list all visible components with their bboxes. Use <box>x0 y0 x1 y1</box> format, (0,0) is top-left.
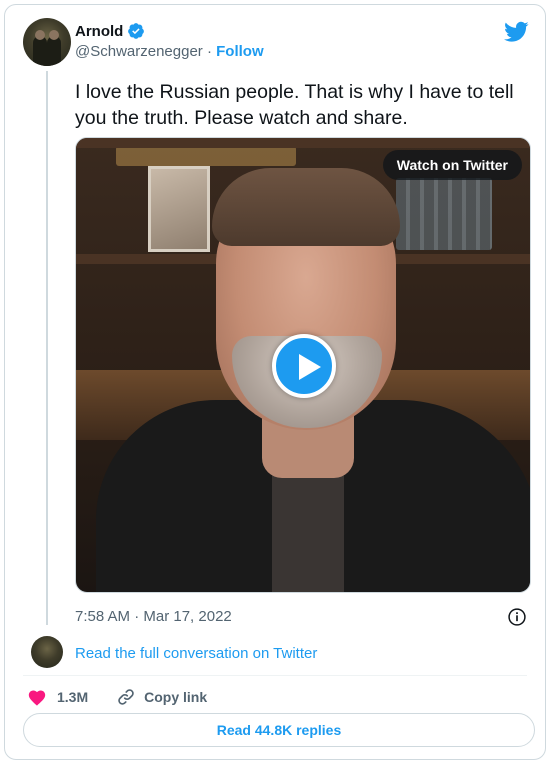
follow-button[interactable]: Follow <box>216 43 264 60</box>
tweet-timestamp[interactable]: 7:58 AM · Mar 17, 2022 <box>75 608 232 625</box>
read-full-conversation-link[interactable]: Read the full conversation on Twitter <box>75 645 317 662</box>
like-button[interactable]: 1.3M <box>27 688 88 706</box>
twitter-bird-icon[interactable] <box>504 21 529 43</box>
tweet-embed-card: Arnold @Schwarzenegger · Follow I love t… <box>4 4 546 760</box>
video-background-photo <box>148 166 210 252</box>
author-handle-row: @Schwarzenegger · Follow <box>75 43 264 60</box>
author-avatar[interactable] <box>23 18 71 66</box>
video-player[interactable]: Watch on Twitter <box>75 137 531 593</box>
video-person-hair <box>212 168 400 246</box>
actions-divider <box>23 675 527 676</box>
author-handle[interactable]: @Schwarzenegger <box>75 43 203 60</box>
video-person-shirt <box>272 468 344 592</box>
author-name-row[interactable]: Arnold <box>75 22 145 40</box>
video-background-shelf <box>76 138 530 148</box>
video-background-bottles <box>396 178 492 250</box>
link-icon <box>118 689 134 705</box>
play-icon[interactable] <box>272 334 336 398</box>
tweet-text: I love the Russian people. That is why I… <box>75 81 514 129</box>
video-background-light <box>116 146 296 166</box>
author-name[interactable]: Arnold <box>75 23 123 40</box>
read-replies-button[interactable]: Read 44.8K replies <box>23 713 535 747</box>
thread-line <box>46 71 48 625</box>
info-icon[interactable] <box>507 607 527 627</box>
copy-link-button[interactable]: Copy link <box>116 687 207 707</box>
copy-link-label: Copy link <box>144 689 208 705</box>
tweet-actions: 1.3M Copy link <box>27 687 207 707</box>
watch-on-twitter-button[interactable]: Watch on Twitter <box>382 150 522 180</box>
like-count: 1.3M <box>57 689 89 705</box>
verified-badge-icon <box>128 23 145 39</box>
handle-separator: · <box>206 43 212 60</box>
conversation-avatar[interactable] <box>31 636 63 668</box>
heart-icon <box>28 690 46 706</box>
